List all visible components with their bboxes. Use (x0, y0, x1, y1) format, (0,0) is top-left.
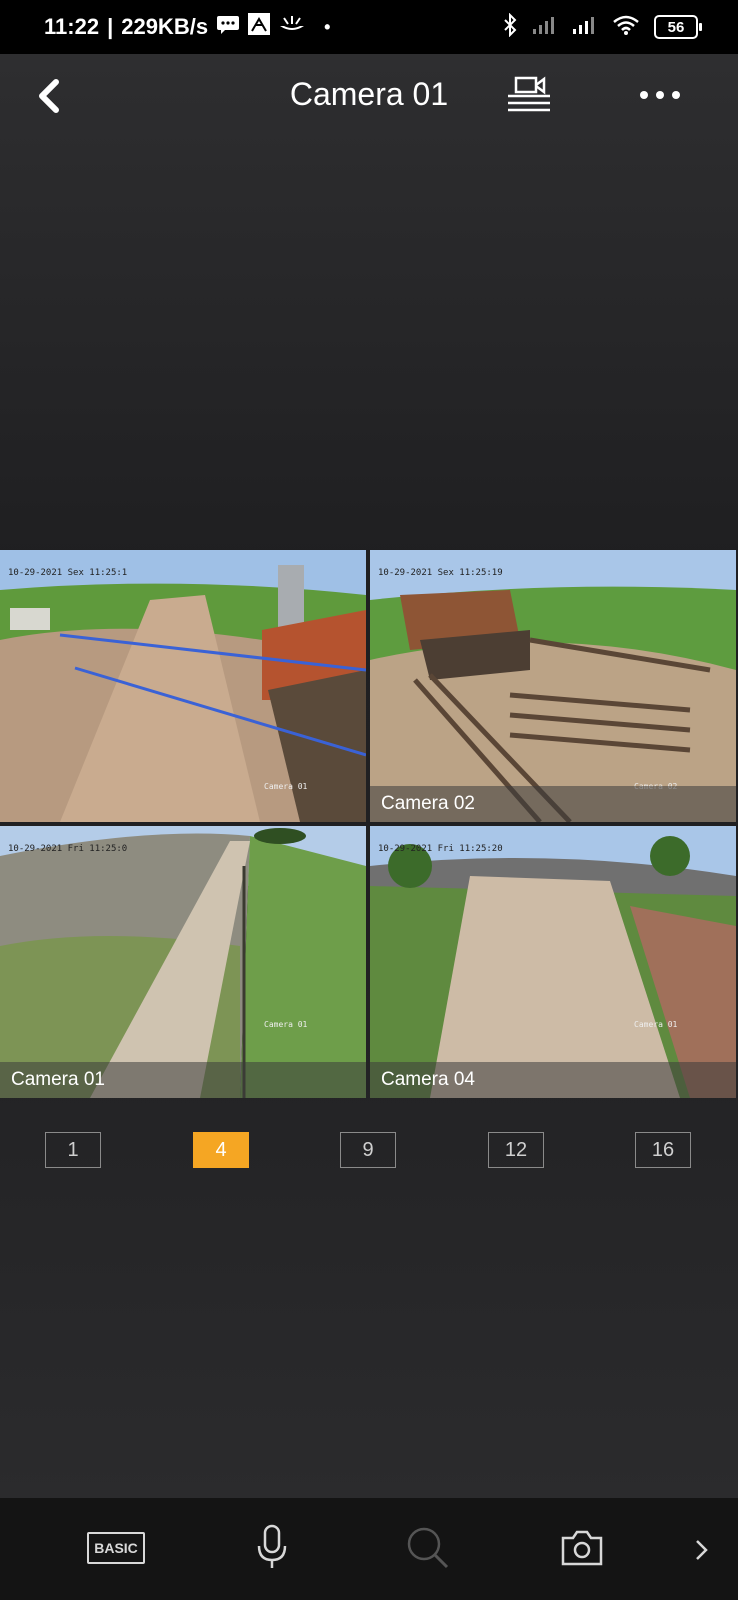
signal-icon-1 (532, 15, 558, 40)
split-layout-selector: 1 4 9 12 16 (0, 1132, 738, 1172)
message-icon (216, 14, 240, 40)
bottom-toolbar: BASIC (0, 1498, 738, 1600)
camera-feed-3-image (0, 826, 366, 1098)
battery-icon: 56 (654, 15, 702, 39)
camera-3-osd-name: Camera 01 (264, 1020, 308, 1029)
status-divider: | (107, 14, 114, 39)
more-options-button[interactable] (636, 80, 684, 110)
camera-1-osd-timestamp: 10-29-2021 Sex 11:25:1 (8, 568, 128, 578)
layout-option-16[interactable]: 16 (635, 1132, 691, 1168)
camera-tile-3[interactable]: 10-29-2021 Fri 11:25:0 Camera 01 Camera … (0, 826, 366, 1098)
top-bar: Camera 01 (0, 54, 738, 138)
camera-3-caption: Camera 01 (0, 1062, 366, 1098)
camera-tile-2[interactable]: 10-29-2021 Sex 11:25:19 Camera 02 Camera… (370, 550, 736, 822)
camera-snapshot-icon (561, 1530, 603, 1566)
status-right: 56 (502, 0, 702, 54)
camera-switch-icon (508, 76, 550, 112)
zoom-magnifier-icon (407, 1527, 449, 1569)
camera-2-caption: Camera 02 (370, 786, 736, 822)
more-dots-icon (640, 91, 680, 99)
live-view-screen: Camera 01 10-29-2021 Sex 11:25:1 Camera … (0, 54, 738, 1498)
camera-1-osd-name: Camera 01 (264, 782, 308, 791)
layout-option-12[interactable]: 12 (488, 1132, 544, 1168)
more-tools-button[interactable] (694, 1538, 710, 1567)
bluetooth-icon (502, 12, 518, 42)
status-left: 11:22 | 229KB/s • (44, 0, 330, 54)
status-time: 11:22 (44, 14, 100, 39)
camera-tile-1[interactable]: 10-29-2021 Sex 11:25:1 Camera 01 (0, 550, 366, 822)
signal-icon-2 (572, 15, 598, 40)
camera-4-osd-name: Camera 01 (634, 1020, 678, 1029)
snapshot-button[interactable] (561, 1530, 603, 1571)
talk-button[interactable] (256, 1524, 288, 1575)
camera-3-osd-timestamp: 10-29-2021 Fri 11:25:0 (8, 844, 128, 854)
camera-tile-4[interactable]: 10-29-2021 Fri 11:25:20 Camera 01 Camera… (370, 826, 736, 1098)
layout-option-4[interactable]: 4 (193, 1132, 249, 1168)
status-speed: 229KB/s (121, 14, 209, 39)
camera-feed-4-image (370, 826, 736, 1098)
playback-switch-button[interactable] (506, 74, 552, 118)
basic-quality-button[interactable]: BASIC (87, 1532, 145, 1564)
chevron-right-icon (696, 1540, 708, 1560)
layout-option-1[interactable]: 1 (45, 1132, 101, 1168)
digital-zoom-button[interactable] (406, 1526, 450, 1575)
layout-option-9[interactable]: 9 (340, 1132, 396, 1168)
dot-indicator-icon: • (324, 16, 331, 37)
camera-2-osd-timestamp: 10-29-2021 Sex 11:25:19 (378, 568, 503, 578)
camera-4-caption: Camera 04 (370, 1062, 736, 1098)
status-bar: 11:22 | 229KB/s • 56 (0, 0, 738, 54)
camera-feed-2-image (370, 550, 736, 822)
page-title: Camera 01 (289, 76, 449, 112)
wifi-icon (612, 14, 640, 41)
boat-notification-icon (278, 14, 306, 40)
microphone-icon (257, 1524, 287, 1568)
camera-grid: 10-29-2021 Sex 11:25:1 Camera 01 10-29-2… (0, 550, 738, 1098)
camera-feed-1-image (0, 550, 366, 822)
camera-4-osd-timestamp: 10-29-2021 Fri 11:25:20 (378, 844, 503, 854)
app-notification-icon (248, 13, 271, 41)
